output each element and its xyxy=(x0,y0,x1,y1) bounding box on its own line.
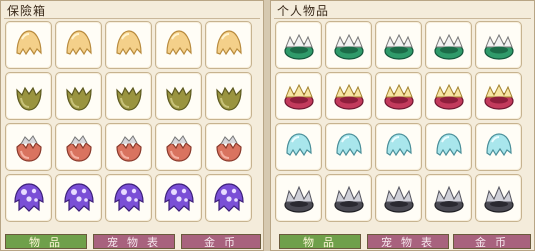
olive-egg-shell-icon xyxy=(9,76,49,116)
personal-slot[interactable] xyxy=(325,123,372,171)
warehouse-slot[interactable] xyxy=(55,174,102,222)
olive-egg-shell-icon xyxy=(109,76,149,116)
cream-egg-shell-icon xyxy=(209,25,249,65)
cyan-egg-shell-icon xyxy=(429,127,469,167)
warehouse-slot[interactable] xyxy=(105,21,152,69)
personal-slot[interactable] xyxy=(325,72,372,120)
gray-spiked-shell-icon xyxy=(429,178,469,218)
cyan-egg-shell-icon xyxy=(279,127,319,167)
warehouse-slot[interactable] xyxy=(55,21,102,69)
warehouse-slot[interactable] xyxy=(105,123,152,171)
crimson-crown-shell-icon xyxy=(429,76,469,116)
warehouse-slot[interactable] xyxy=(5,123,52,171)
title-divider xyxy=(4,18,260,19)
cyan-egg-shell-icon xyxy=(379,127,419,167)
tab-gold[interactable]: 金币 xyxy=(181,234,261,249)
purple-spotted-egg-shell-icon xyxy=(59,178,99,218)
personal-slot[interactable] xyxy=(275,21,322,69)
personal-slot[interactable] xyxy=(425,21,472,69)
olive-egg-shell-icon xyxy=(59,76,99,116)
crimson-crown-shell-icon xyxy=(329,76,369,116)
tab-items[interactable]: 物品 xyxy=(279,234,361,249)
personal-slot[interactable] xyxy=(425,123,472,171)
gray-spiked-shell-icon xyxy=(479,178,519,218)
personal-slot[interactable] xyxy=(275,174,322,222)
olive-egg-shell-icon xyxy=(209,76,249,116)
warehouse-slot[interactable] xyxy=(5,72,52,120)
personal-slot[interactable] xyxy=(375,174,422,222)
olive-egg-shell-icon xyxy=(159,76,199,116)
personal-title: 个人物品 xyxy=(277,4,330,18)
warehouse-slot[interactable] xyxy=(105,72,152,120)
warehouse-grid xyxy=(5,21,252,222)
crimson-crown-shell-icon xyxy=(279,76,319,116)
red-egg-shell-icon xyxy=(209,127,249,167)
red-egg-shell-icon xyxy=(109,127,149,167)
title-divider xyxy=(274,18,531,19)
warehouse-slot[interactable] xyxy=(55,72,102,120)
warehouse-slot[interactable] xyxy=(55,123,102,171)
personal-slot[interactable] xyxy=(425,72,472,120)
personal-slot[interactable] xyxy=(475,123,522,171)
cream-egg-shell-icon xyxy=(59,25,99,65)
crimson-crown-shell-icon xyxy=(379,76,419,116)
cyan-egg-shell-icon xyxy=(479,127,519,167)
green-crown-shell-icon xyxy=(479,25,519,65)
warehouse-slot[interactable] xyxy=(205,174,252,222)
cream-egg-shell-icon xyxy=(159,25,199,65)
gray-spiked-shell-icon xyxy=(329,178,369,218)
warehouse-slot[interactable] xyxy=(155,72,202,120)
red-egg-shell-icon xyxy=(159,127,199,167)
tab-pet-list[interactable]: 宠物表 xyxy=(93,234,175,249)
cyan-egg-shell-icon xyxy=(329,127,369,167)
personal-slot[interactable] xyxy=(275,123,322,171)
warehouse-slot[interactable] xyxy=(205,21,252,69)
personal-slot[interactable] xyxy=(325,21,372,69)
gray-spiked-shell-icon xyxy=(379,178,419,218)
cream-egg-shell-icon xyxy=(109,25,149,65)
green-crown-shell-icon xyxy=(379,25,419,65)
personal-slot[interactable] xyxy=(325,174,372,222)
personal-grid xyxy=(275,21,522,222)
tab-pet-list[interactable]: 宠物表 xyxy=(367,234,449,249)
personal-slot[interactable] xyxy=(375,72,422,120)
warehouse-slot[interactable] xyxy=(205,123,252,171)
personal-slot[interactable] xyxy=(375,21,422,69)
warehouse-slot[interactable] xyxy=(5,21,52,69)
red-egg-shell-icon xyxy=(9,127,49,167)
purple-spotted-egg-shell-icon xyxy=(9,178,49,218)
purple-spotted-egg-shell-icon xyxy=(109,178,149,218)
tab-gold[interactable]: 金币 xyxy=(453,234,531,249)
red-egg-shell-icon xyxy=(59,127,99,167)
warehouse-slot[interactable] xyxy=(5,174,52,222)
warehouse-panel: 保險箱 物品 宠物表 金币 xyxy=(0,0,264,251)
personal-slot[interactable] xyxy=(475,72,522,120)
gray-spiked-shell-icon xyxy=(279,178,319,218)
personal-slot[interactable] xyxy=(475,21,522,69)
warehouse-slot[interactable] xyxy=(205,72,252,120)
purple-spotted-egg-shell-icon xyxy=(209,178,249,218)
green-crown-shell-icon xyxy=(279,25,319,65)
personal-slot[interactable] xyxy=(475,174,522,222)
tab-items[interactable]: 物品 xyxy=(5,234,87,249)
green-crown-shell-icon xyxy=(429,25,469,65)
personal-panel: 个人物品 物品 宠物表 金币 xyxy=(270,0,535,251)
crimson-crown-shell-icon xyxy=(479,76,519,116)
cream-egg-shell-icon xyxy=(9,25,49,65)
warehouse-slot[interactable] xyxy=(105,174,152,222)
personal-slot[interactable] xyxy=(275,72,322,120)
warehouse-slot[interactable] xyxy=(155,123,202,171)
green-crown-shell-icon xyxy=(329,25,369,65)
warehouse-title: 保險箱 xyxy=(7,4,47,18)
warehouse-slot[interactable] xyxy=(155,21,202,69)
warehouse-slot[interactable] xyxy=(155,174,202,222)
personal-slot[interactable] xyxy=(375,123,422,171)
purple-spotted-egg-shell-icon xyxy=(159,178,199,218)
personal-slot[interactable] xyxy=(425,174,472,222)
